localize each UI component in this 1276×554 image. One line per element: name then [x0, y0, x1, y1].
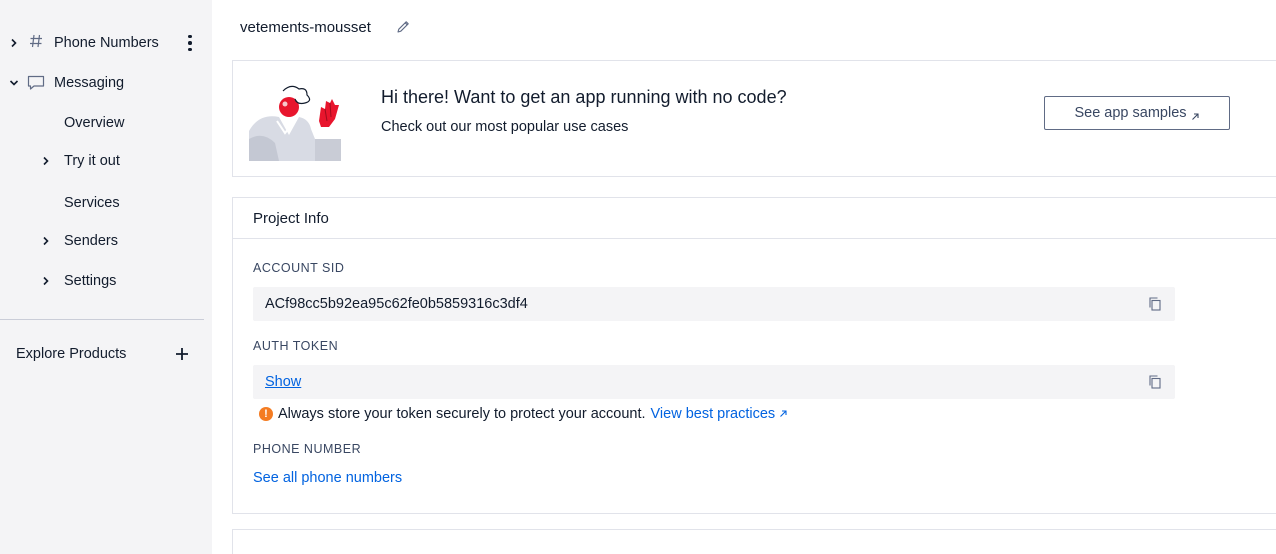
- sidebar-item-messaging[interactable]: Messaging: [0, 69, 212, 97]
- sidebar-item-label: Settings: [64, 273, 117, 289]
- sidebar-item-label: Try it out: [64, 153, 120, 169]
- project-info-title: Project Info: [253, 210, 329, 227]
- auth-token-label: AUTH TOKEN: [253, 339, 339, 353]
- pencil-icon[interactable]: [395, 19, 411, 35]
- sidebar-item-label: Phone Numbers: [54, 35, 159, 51]
- sidebar-item-senders[interactable]: Senders: [0, 227, 212, 255]
- chevron-right-icon[interactable]: [41, 156, 51, 166]
- see-all-phone-numbers-link[interactable]: See all phone numbers: [253, 470, 402, 486]
- auth-token-field: Show: [253, 365, 1175, 399]
- chevron-right-icon[interactable]: [9, 38, 19, 48]
- copy-icon[interactable]: [1147, 296, 1163, 312]
- sidebar-item-label: Senders: [64, 233, 119, 249]
- sidebar-item-try-it-out[interactable]: Try it out: [0, 147, 212, 175]
- sidebar-item-overview[interactable]: Overview: [0, 109, 212, 137]
- chevron-right-icon[interactable]: [41, 236, 51, 246]
- show-token-link[interactable]: Show: [265, 374, 301, 390]
- sidebar-item-label: Messaging: [54, 75, 125, 91]
- sidebar-item-services[interactable]: Services: [0, 189, 212, 217]
- sidebar-divider: [0, 319, 204, 320]
- view-best-practices-label: View best practices: [650, 406, 776, 422]
- sidebar-item-phone-numbers[interactable]: Phone Numbers: [0, 29, 212, 57]
- chat-bubble-icon: [27, 75, 45, 91]
- token-warning: ! Always store your token securely to pr…: [259, 406, 788, 422]
- account-sid-label: ACCOUNT SID: [253, 261, 345, 275]
- account-sid-value[interactable]: ACf98cc5b92ea95c62fe0b5859316c3df4: [265, 296, 528, 312]
- see-app-samples-button[interactable]: See app samples: [1044, 96, 1230, 130]
- kebab-menu-icon[interactable]: [184, 33, 196, 53]
- main-content: vetements-mousset Hi there! Want to get …: [212, 0, 1276, 554]
- chevron-right-icon[interactable]: [41, 276, 51, 286]
- warning-icon: !: [259, 407, 273, 421]
- external-link-icon: [780, 410, 787, 417]
- project-name: vetements-mousset: [240, 19, 371, 36]
- phone-number-label: PHONE NUMBER: [253, 442, 362, 456]
- external-link-icon: [1191, 109, 1200, 120]
- sidebar-item-settings[interactable]: Settings: [0, 267, 212, 295]
- banner-subtitle: Check out our most popular use cases: [381, 119, 629, 135]
- sidebar-item-label: Services: [64, 195, 120, 211]
- banner-title: Hi there! Want to get an app running wit…: [381, 87, 787, 107]
- hash-icon: [28, 33, 44, 49]
- banner-illustration: [249, 83, 345, 161]
- warning-text: Always store your token securely to prot…: [278, 406, 646, 422]
- view-best-practices-link[interactable]: View best practices: [651, 406, 789, 422]
- account-sid-field[interactable]: ACf98cc5b92ea95c62fe0b5859316c3df4: [253, 287, 1175, 321]
- project-info-card: Project Info ACCOUNT SID ACf98cc5b92ea95…: [232, 197, 1276, 514]
- explore-products-label: Explore Products: [16, 346, 127, 362]
- see-app-samples-label: See app samples: [1074, 105, 1187, 121]
- project-info-header: Project Info: [233, 198, 1276, 239]
- copy-icon[interactable]: [1147, 374, 1163, 390]
- sidebar-item-label: Overview: [64, 115, 125, 131]
- chevron-down-icon[interactable]: [9, 78, 19, 88]
- next-card: [232, 529, 1276, 554]
- sidebar: Phone Numbers Messaging Overview Try it …: [0, 0, 212, 554]
- plus-icon[interactable]: [174, 346, 190, 362]
- explore-products[interactable]: Explore Products: [0, 340, 212, 368]
- app-samples-banner: Hi there! Want to get an app running wit…: [232, 60, 1276, 177]
